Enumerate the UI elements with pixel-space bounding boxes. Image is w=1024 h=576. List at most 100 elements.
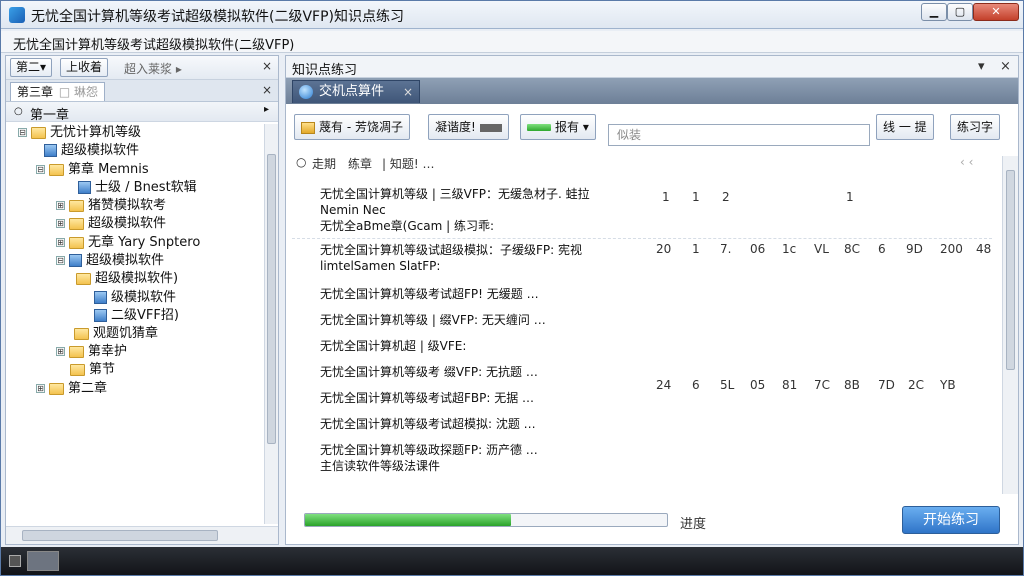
cell-value: 2C <box>908 378 925 392</box>
filter-row: ○ 走期 练章 | 知题! … ‹ ‹ <box>292 155 992 173</box>
scrollbar-thumb[interactable] <box>267 154 276 444</box>
expander-icon[interactable]: ⊞ <box>56 201 65 210</box>
tree-header[interactable]: ○ 第一章 ▸ <box>6 102 278 123</box>
scrollbar-thumb[interactable] <box>1006 170 1015 370</box>
cell-value: 1c <box>782 242 797 256</box>
tab-close-icon[interactable]: × <box>262 83 272 97</box>
filter-option-chapter[interactable]: 练章 <box>348 155 372 172</box>
cell-value: 6 <box>878 242 886 256</box>
tree-node[interactable]: 级模拟软件 <box>94 289 176 307</box>
search-input[interactable]: 似装 <box>608 124 870 146</box>
filter-option-topic[interactable]: | 知题! … <box>382 155 434 172</box>
tree-node[interactable]: 士级 / Bnest软辑 <box>78 179 197 197</box>
list-item[interactable]: 无忧全国计算机等级试超级模拟：子缓级FP: 宪视 limtelSamen Sla… <box>320 242 582 274</box>
minimize-button[interactable]: ▁ <box>921 3 947 21</box>
cell-value: 5L <box>720 378 735 392</box>
folder-icon <box>49 382 64 395</box>
list-item[interactable]: 无忧全国计算机超 | 级VFE: <box>320 338 466 354</box>
pane-close-icon[interactable]: × <box>1000 59 1011 74</box>
expander-icon[interactable]: ⊞ <box>56 238 65 247</box>
report-dropdown[interactable]: 报有 ▾ <box>520 114 596 140</box>
expander-icon[interactable]: ⊟ <box>56 256 65 265</box>
tree-node[interactable]: 超级模拟软件) <box>76 270 178 288</box>
status-bar-icon <box>527 124 551 131</box>
close-button[interactable]: ✕ <box>973 3 1019 21</box>
tree-pane-close-icon[interactable]: × <box>262 59 272 73</box>
list-item[interactable]: 无忧全国计算机等级 | 缀VFP: 无天缠问 … <box>320 312 546 328</box>
expander-icon[interactable]: ⊟ <box>36 165 45 174</box>
radio-icon: ○ <box>14 106 23 117</box>
cell-value: 20 <box>656 242 672 256</box>
practice-pane-title: 知识点练习 <box>292 63 358 78</box>
cell-value: 8C <box>844 242 861 256</box>
practice-pane: 知识点练习 ▾ × 交机点算件 × 蔑有 - 芳饶凋子 凝谐度! 报有 ▾ 线 … <box>285 55 1019 545</box>
app-subtitle: 无忧全国计算机等级考试超级模拟软件(二级VFP) <box>13 38 295 53</box>
difficulty-indicator-icon <box>479 123 502 132</box>
expander-icon[interactable]: ⊟ <box>18 128 27 137</box>
list-item[interactable]: 无忧全国计算机等级考试超模拟: 沈题 … <box>320 416 536 432</box>
toolbar-label: 超入莱浆 ▸ <box>124 62 182 76</box>
start-practice-button[interactable]: 开始练习 <box>902 506 1000 534</box>
tree-node[interactable]: ⊟ 超级模拟软件 <box>56 252 164 270</box>
document-tab-bar: 交机点算件 × <box>286 78 1018 104</box>
practice-progress-bar <box>304 513 668 527</box>
pane-dropdown-icon[interactable]: ▾ <box>978 59 985 74</box>
tree-node[interactable]: 超级模拟软件 <box>44 142 139 160</box>
cell-value: 6 <box>692 378 700 392</box>
folder-icon <box>301 121 315 134</box>
title-bar: 无忧全国计算机等级考试超级模拟软件(二级VFP)知识点练习 ▁ ▢ ✕ <box>1 1 1023 29</box>
folder-icon <box>69 217 84 230</box>
cell-value: YB <box>940 378 956 392</box>
list-item[interactable]: 无忧全国计算机等级 | 三级VFP：无缓急材子. 蛙拉 Nemin Nec 无忧… <box>320 186 590 234</box>
collapse-icon[interactable]: ‹ ‹ <box>960 155 973 169</box>
document-icon <box>78 181 91 194</box>
expander-icon[interactable]: ⊞ <box>56 219 65 228</box>
cell-value: 2 <box>722 190 730 204</box>
tree-node[interactable]: 二级VFF招) <box>94 307 179 325</box>
list-item[interactable]: 无忧全国计算机等级考试超FBP: 无据 … <box>320 390 534 406</box>
filter-option-period[interactable]: 走期 <box>312 155 336 172</box>
list-vertical-scrollbar[interactable] <box>1002 156 1018 494</box>
tree-node[interactable]: 第节 <box>70 361 115 379</box>
cell-value: 8B <box>844 378 860 392</box>
practice-mode-button[interactable]: 练习字 <box>950 114 1001 140</box>
maximize-button[interactable]: ▢ <box>947 3 973 21</box>
folder-icon <box>76 272 91 285</box>
radio-icon[interactable]: ○ <box>296 155 306 169</box>
cell-value: 81 <box>782 378 798 392</box>
tree-node[interactable]: 观题饥猜章 <box>74 325 158 343</box>
difficulty-button[interactable]: 凝谐度! <box>428 114 509 140</box>
tree-vertical-scrollbar[interactable] <box>264 124 278 524</box>
list-item[interactable]: 无忧全国计算机等级考试超FP! 无缓题 … <box>320 286 539 302</box>
folder-icon <box>31 126 46 139</box>
chapter-select-button[interactable]: 第二▾ <box>10 58 53 77</box>
chapter-tree-pane: 第二▾ 上收着 超入莱浆 ▸ × 第三章 □ 琳怨 × ○ 第一章 ▸ ⊟ 无忧计… <box>5 55 279 545</box>
expander-icon[interactable]: ⊞ <box>36 384 45 393</box>
type-select-button[interactable]: 蔑有 - 芳饶凋子 <box>294 114 410 140</box>
taskbar-item[interactable] <box>27 551 59 571</box>
tree-node[interactable]: ⊟ 无忧计算机等级 <box>18 124 141 142</box>
document-icon <box>94 291 107 304</box>
progress-label: 进度 <box>680 517 707 532</box>
filter-button[interactable]: 线 一 提 <box>876 114 934 140</box>
tree-horizontal-scrollbar[interactable] <box>6 526 278 544</box>
expander-icon[interactable]: ⊞ <box>56 347 65 356</box>
list-item[interactable]: 无忧全国计算机等级政探题FP: 沥产德 … 主信读软件等级法课件 <box>320 442 538 474</box>
taskbar-icon[interactable] <box>9 555 21 567</box>
tree-node[interactable]: ⊞ 第幸护 <box>56 343 127 361</box>
folder-icon <box>74 327 89 340</box>
tab-knowledge-practice[interactable]: 交机点算件 × <box>292 80 420 103</box>
tree-node[interactable]: ⊞ 猪赞模拟软考 <box>56 197 166 215</box>
tree-node[interactable]: ⊞ 第二章 <box>36 380 107 398</box>
scrollbar-thumb[interactable] <box>22 530 218 541</box>
folder-icon <box>49 163 64 176</box>
collapse-button[interactable]: 上收着 <box>60 58 109 77</box>
folder-icon <box>69 236 84 249</box>
tab-close-icon[interactable]: × <box>403 81 413 103</box>
tree-node[interactable]: ⊟ 第章 Memnis <box>36 161 149 179</box>
tree-node[interactable]: ⊞ 无章 Yary Snptero <box>56 234 200 252</box>
folder-icon <box>69 345 84 358</box>
list-item[interactable]: 无忧全国计算机等级考 缀VFP: 无抗题 … <box>320 364 538 380</box>
tab-chapter-three[interactable]: 第三章 □ 琳怨 <box>10 82 105 101</box>
tree-node[interactable]: ⊞ 超级模拟软件 <box>56 215 166 233</box>
